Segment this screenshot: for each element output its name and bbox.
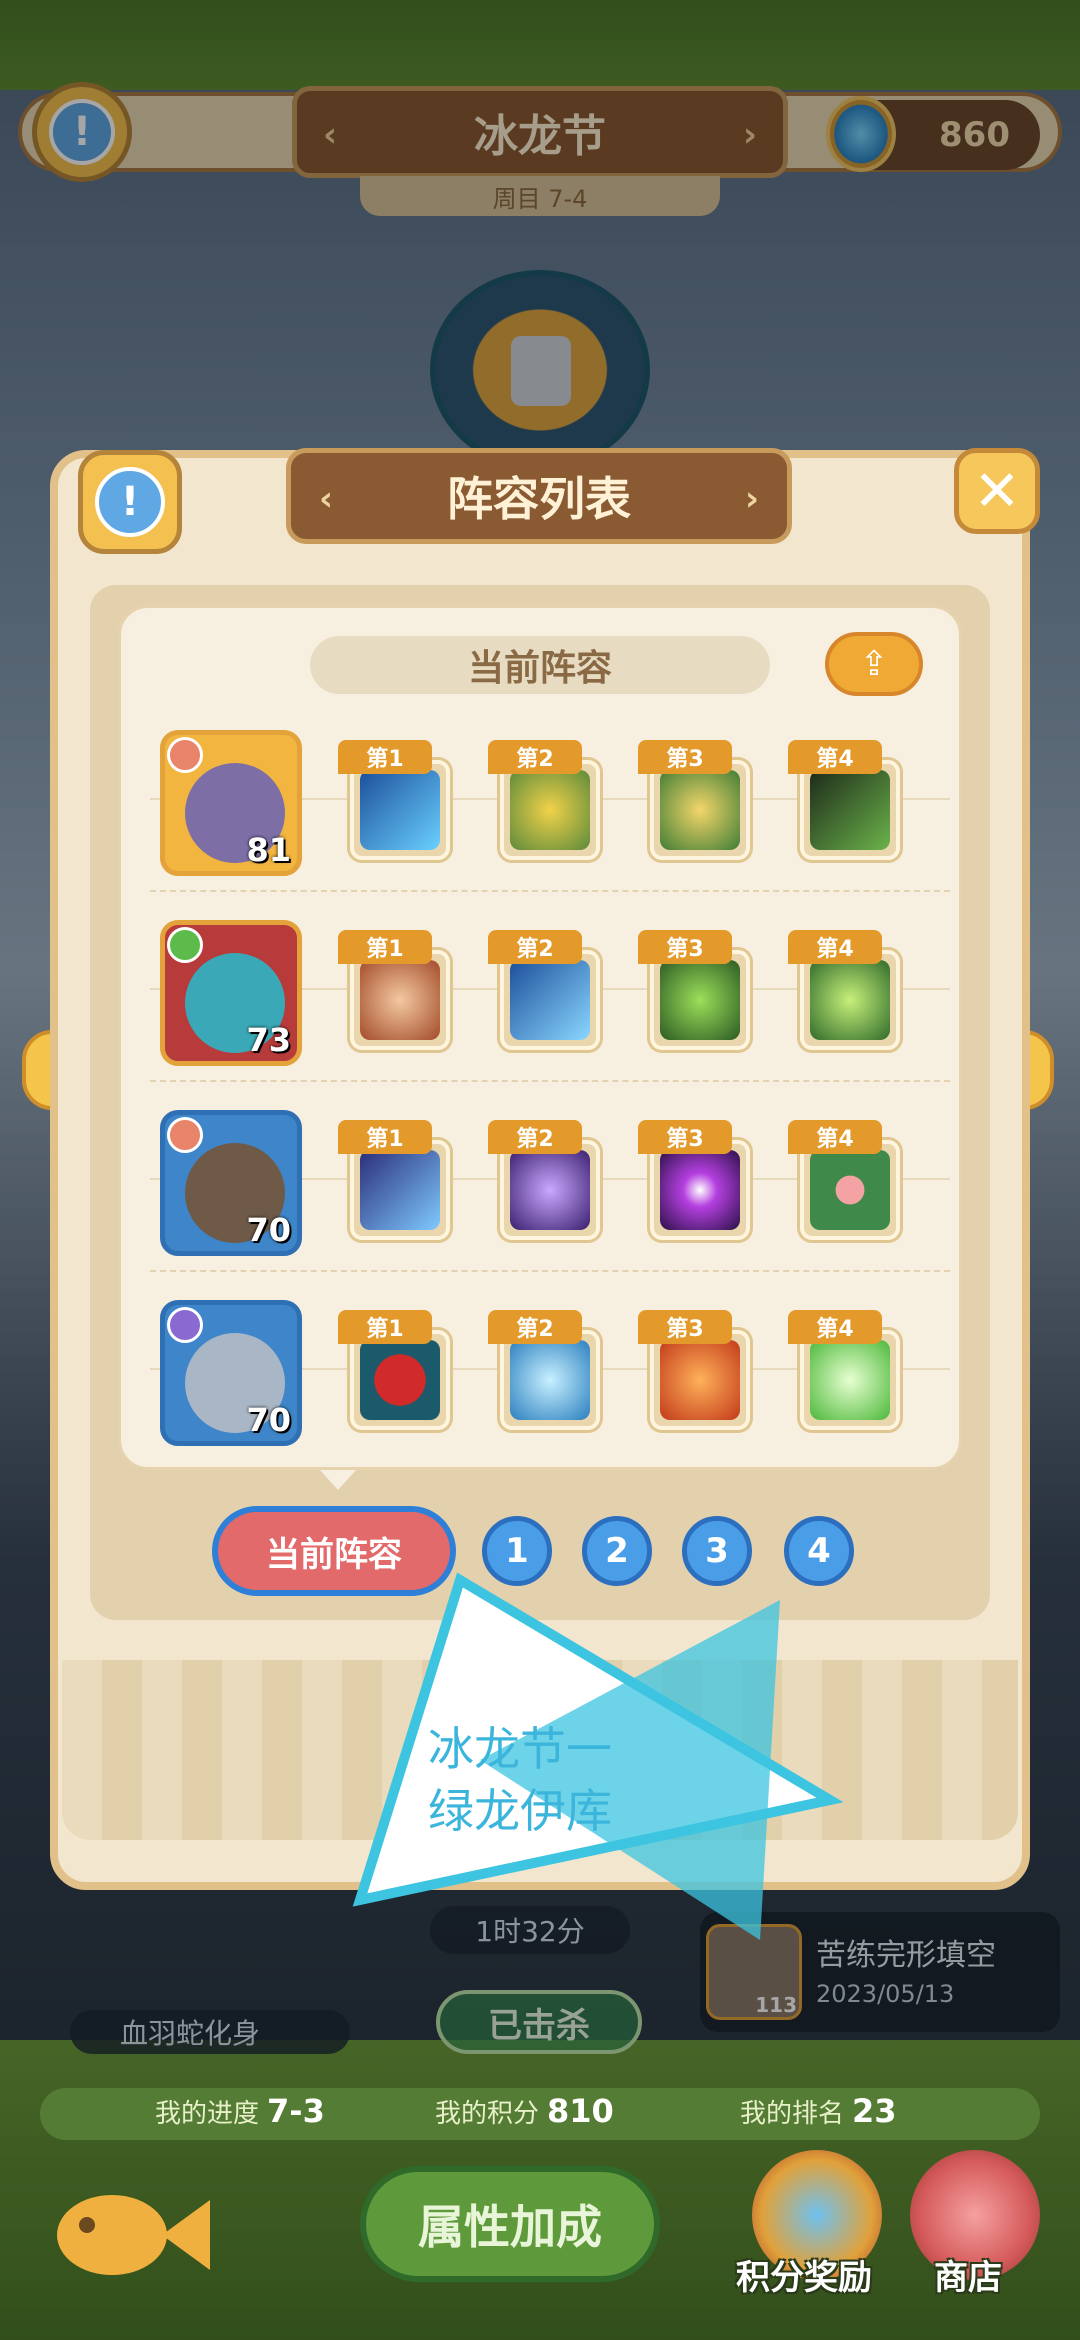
skill-slot[interactable]: 第3 [638, 1120, 754, 1248]
attribute-bonus-button[interactable]: 属性加成 [360, 2166, 660, 2282]
skill-slot[interactable]: 第2 [488, 1120, 604, 1248]
element-icon [167, 1117, 203, 1153]
skill-order-tag: 第1 [338, 1310, 432, 1344]
skill-icon [660, 1340, 740, 1420]
rank-value: 23 [852, 2092, 897, 2130]
progress-label: 我的进度 [155, 2099, 260, 2129]
rank-label: 我的排名 [740, 2099, 845, 2129]
skill-icon [810, 1340, 890, 1420]
card-pointer [320, 1470, 356, 1490]
element-icon [167, 1307, 203, 1343]
skill-icon [810, 770, 890, 850]
lineup-row: 81 第1 第2 第3 第4 [150, 720, 950, 892]
skill-order-tag: 第4 [788, 740, 882, 774]
skill-order-tag: 第2 [488, 1310, 582, 1344]
skill-slot[interactable]: 第2 [488, 740, 604, 868]
skill-icon [360, 960, 440, 1040]
my-score: 我的积分 810 [435, 2092, 614, 2130]
lineup-row: 73 第1 第2 第3 第4 [150, 910, 950, 1082]
skill-icon [360, 1340, 440, 1420]
skill-order-tag: 第4 [788, 930, 882, 964]
skill-icon [510, 960, 590, 1040]
hero-level: 70 [246, 1211, 291, 1249]
skill-slot[interactable]: 第3 [638, 1310, 754, 1438]
hero-level: 73 [246, 1021, 291, 1059]
skill-slot[interactable]: 第1 [338, 740, 454, 868]
row-divider [150, 1080, 950, 1082]
skill-order-tag: 第2 [488, 930, 582, 964]
chevron-left-icon: ‹ [319, 479, 334, 519]
skill-order-tag: 第3 [638, 1120, 732, 1154]
skill-slot[interactable]: 第1 [338, 1120, 454, 1248]
skill-icon [660, 960, 740, 1040]
skill-icon [660, 770, 740, 850]
skill-slot[interactable]: 第2 [488, 1310, 604, 1438]
skill-order-tag: 第4 [788, 1120, 882, 1154]
info-icon: ! [95, 467, 165, 537]
panel-title-plate: ‹ 阵容列表 › [286, 448, 792, 544]
skill-order-tag: 第2 [488, 1120, 582, 1154]
row-divider [150, 890, 950, 892]
score-label: 我的积分 [435, 2099, 540, 2129]
skill-slot[interactable]: 第2 [488, 930, 604, 1058]
hero-avatar[interactable]: 73 [160, 920, 302, 1066]
skill-icon [510, 1340, 590, 1420]
skill-order-tag: 第1 [338, 1120, 432, 1154]
row-divider [150, 1270, 950, 1272]
my-rank: 我的排名 23 [740, 2092, 897, 2130]
skill-order-tag: 第3 [638, 1310, 732, 1344]
hero-level: 81 [246, 831, 291, 869]
panel-info-button[interactable]: ! [78, 450, 182, 554]
skill-icon [360, 770, 440, 850]
skill-slot[interactable]: 第3 [638, 740, 754, 868]
skill-icon [360, 1150, 440, 1230]
my-progress: 我的进度 7-3 [155, 2092, 325, 2130]
hero-level: 70 [246, 1401, 291, 1439]
skill-slot[interactable]: 第3 [638, 930, 754, 1058]
skill-slot[interactable]: 第4 [788, 1310, 904, 1438]
skill-icon [510, 770, 590, 850]
element-icon [167, 737, 203, 773]
close-icon: ✕ [973, 458, 1021, 524]
overlay-caption: 冰龙节一 绿龙伊库 [428, 1718, 728, 1842]
skill-order-tag: 第1 [338, 930, 432, 964]
chevron-right-icon: › [744, 479, 759, 519]
progress-value: 7-3 [267, 2092, 325, 2130]
skill-slot[interactable]: 第1 [338, 930, 454, 1058]
skill-slot[interactable]: 第4 [788, 1120, 904, 1248]
skill-order-tag: 第2 [488, 740, 582, 774]
skill-order-tag: 第4 [788, 1310, 882, 1344]
fish-bone-icon [57, 2195, 210, 2275]
skill-icon [810, 960, 890, 1040]
skill-slot[interactable]: 第4 [788, 740, 904, 868]
skill-icon [510, 1150, 590, 1230]
hero-avatar[interactable]: 70 [160, 1300, 302, 1446]
shop-label[interactable]: 商店 [934, 2250, 1002, 2299]
hero-avatar[interactable]: 70 [160, 1110, 302, 1256]
skill-slot[interactable]: 第1 [338, 1310, 454, 1438]
skill-icon [810, 1150, 890, 1230]
lineup-row: 70 第1 第2 第3 第4 [150, 1290, 950, 1450]
share-button[interactable]: ⇪ [825, 632, 923, 696]
share-icon: ⇪ [859, 644, 889, 684]
element-icon [167, 927, 203, 963]
reward-label[interactable]: 积分奖励 [736, 2250, 872, 2299]
skill-order-tag: 第1 [338, 740, 432, 774]
overlay-line-2: 绿龙伊库 [428, 1784, 612, 1838]
skill-order-tag: 第3 [638, 930, 732, 964]
skill-order-tag: 第3 [638, 740, 732, 774]
hero-avatar[interactable]: 81 [160, 730, 302, 876]
close-button[interactable]: ✕ [954, 448, 1040, 534]
skill-icon [660, 1150, 740, 1230]
overlay-line-1: 冰龙节一 [428, 1722, 612, 1776]
panel-title: 阵容列表 [447, 472, 631, 526]
score-value: 810 [547, 2092, 614, 2130]
lineup-row: 70 第1 第2 第3 第4 [150, 1100, 950, 1272]
current-lineup-label: 当前阵容 [310, 636, 770, 694]
skill-slot[interactable]: 第4 [788, 930, 904, 1058]
